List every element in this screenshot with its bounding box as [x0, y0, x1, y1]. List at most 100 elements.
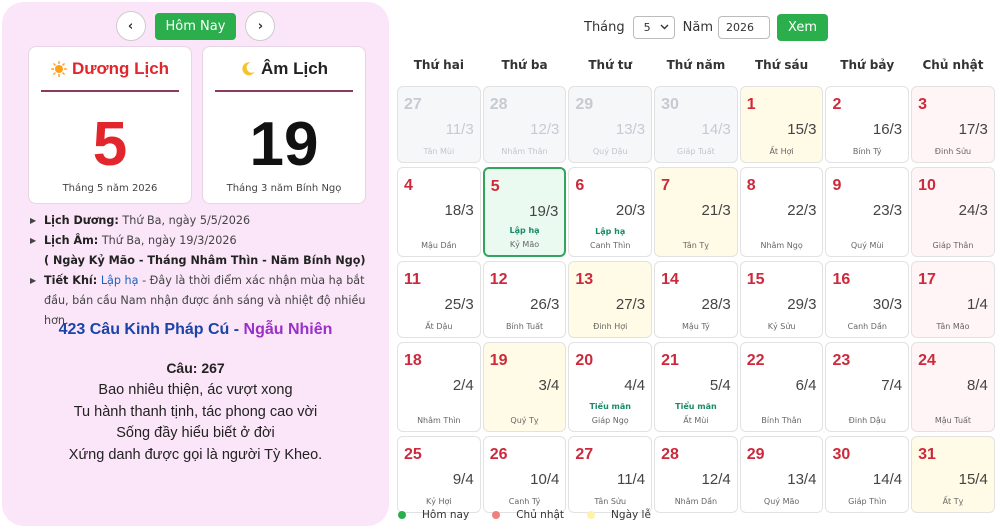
day-cell[interactable]: 11 25/3 Ất Dậu: [397, 261, 481, 338]
can-chi-label: Tân Mão: [936, 322, 970, 331]
lunar-date: 17/3: [958, 121, 988, 138]
year-input[interactable]: 2026: [718, 15, 770, 39]
can-chi-label: Nhâm Thân: [501, 147, 548, 156]
day-cell[interactable]: 9 23/3 Quý Mùi: [825, 167, 910, 257]
day-cell[interactable]: 27 11/3 Tân Mùi: [397, 86, 481, 163]
legend-dot-icon: [587, 511, 596, 519]
can-chi-label: Giáp Ngọ: [591, 416, 629, 425]
day-number: 17: [918, 271, 936, 288]
day-number: 27: [404, 96, 422, 113]
chevron-right-icon: ›: [257, 18, 264, 34]
solar-day-number: 5: [92, 110, 128, 179]
day-cell[interactable]: 20 4/4 Giáp Ngọ Tiểu mãn: [568, 342, 653, 432]
day-number: 12: [489, 271, 508, 288]
day-number: 23: [832, 352, 851, 369]
day-cell-today[interactable]: 5 19/3 Kỷ Mão Lập hạ: [482, 167, 567, 257]
day-cell[interactable]: 8 22/3 Nhâm Ngọ: [739, 167, 824, 257]
solar-term-link[interactable]: Lập hạ: [101, 274, 139, 287]
day-cell[interactable]: 21 5/4 Ất Mùi Tiểu mãn: [654, 342, 738, 432]
solar-term-label: Lập hạ: [509, 226, 540, 235]
solar-card-title: Dương Lịch: [71, 58, 170, 78]
day-cell[interactable]: 12 26/3 Bính Tuất: [482, 261, 567, 338]
day-cell[interactable]: 29 13/4 Quý Mão: [739, 436, 824, 513]
lunar-date: 15/4: [958, 471, 988, 488]
legend-label: Hôm nay: [422, 509, 470, 521]
day-cell[interactable]: 1 15/3 Ất Hợi: [739, 86, 824, 163]
lunar-date: 14/4: [872, 471, 903, 488]
day-cell[interactable]: 16 30/3 Canh Dần: [825, 261, 910, 338]
lunar-date-card: Âm Lịch 19 Tháng 3 năm Bính Ngọ: [202, 46, 366, 204]
lunar-date: 23/3: [872, 202, 903, 219]
verse-line: Bao nhiêu thiện, ác vượt xong: [98, 382, 293, 398]
lunar-date: 20/3: [615, 202, 646, 219]
lunar-date: 11/3: [445, 121, 474, 138]
can-chi-label: Tân Tỵ: [682, 241, 709, 250]
weekday-label: Thứ tư: [588, 58, 633, 72]
prev-day-button[interactable]: ‹: [115, 11, 146, 41]
lunar-date: 16/3: [872, 121, 903, 138]
day-cell[interactable]: 30 14/3 Giáp Tuất: [654, 86, 738, 163]
date-navigation: ‹ Hôm Nay ›: [2, 11, 389, 41]
date-info-list: ▶ Lịch Dương: Thứ Ba, ngày 5/5/2026 ▶ Lị…: [28, 211, 380, 331]
solar-term-label: Lập hạ: [595, 227, 626, 236]
lunar-date: 9/4: [452, 471, 474, 488]
calendar-legend: Hôm nay Chủ nhật Ngày lễ: [398, 509, 674, 521]
day-cell[interactable]: 7 21/3 Tân Tỵ: [654, 167, 738, 257]
day-cell[interactable]: 23 7/4 Đinh Dậu: [825, 342, 910, 432]
day-number: 18: [404, 352, 422, 369]
day-cell[interactable]: 24 8/4 Mậu Tuất: [911, 342, 995, 432]
next-day-button[interactable]: ›: [245, 11, 276, 41]
verse-separator: -: [229, 321, 244, 338]
day-cell[interactable]: 31 15/4 Ất Tỵ: [911, 436, 995, 513]
solar-month-year: Tháng 5 năm 2026: [62, 183, 158, 194]
can-chi-label: Mậu Tuất: [934, 416, 972, 425]
lunar-date: 28/3: [701, 296, 731, 313]
day-number: 16: [832, 271, 851, 288]
day-cell[interactable]: 18 2/4 Nhâm Thìn: [397, 342, 481, 432]
lunar-date: 24/3: [958, 202, 988, 219]
can-chi-label: Giáp Thân: [932, 241, 974, 250]
view-button[interactable]: Xem: [777, 13, 828, 41]
day-cell[interactable]: 29 13/3 Quý Dậu: [568, 86, 653, 163]
triangle-right-icon: ▶: [30, 236, 37, 245]
day-cell[interactable]: 10 24/3 Giáp Thân: [911, 167, 995, 257]
day-cell[interactable]: 2 16/3 Bính Tý: [825, 86, 910, 163]
lunar-date: 15/3: [787, 121, 817, 138]
day-cell[interactable]: 13 27/3 Đinh Hợi: [568, 261, 653, 338]
day-number: 8: [746, 177, 756, 194]
day-cell[interactable]: 27 11/4 Tân Sửu: [568, 436, 653, 513]
month-select[interactable]: 5: [632, 15, 675, 39]
day-cell[interactable]: 28 12/4 Nhâm Dần: [654, 436, 738, 513]
day-cell[interactable]: 26 10/4 Canh Tý: [482, 436, 567, 513]
day-number: 28: [661, 446, 679, 463]
info-can-chi-row: ( Ngày Kỷ Mão - Tháng Nhâm Thìn - Năm Bí…: [28, 251, 380, 271]
lunar-date: 8/4: [966, 377, 988, 394]
can-chi-label: Ất Tỵ: [942, 497, 964, 506]
can-chi-label: Nhâm Dần: [674, 497, 718, 506]
weekday-label: Thứ hai: [413, 58, 464, 72]
day-cell[interactable]: 6 20/3 Canh Thìn Lập hạ: [568, 167, 653, 257]
can-chi-label: Đinh Sửu: [934, 147, 972, 156]
day-cell[interactable]: 17 1/4 Tân Mão: [911, 261, 995, 338]
random-verse-link[interactable]: Ngẫu Nhiên: [244, 321, 333, 338]
legend-dot-icon: [492, 511, 501, 519]
lunar-date: 5/4: [709, 377, 731, 394]
day-cell[interactable]: 22 6/4 Bính Thân: [739, 342, 824, 432]
legend-label: Chủ nhật: [516, 509, 565, 521]
info-lunar-value: Thứ Ba, ngày 19/3/2026: [101, 234, 237, 247]
day-cell[interactable]: 28 12/3 Nhâm Thân: [482, 86, 567, 163]
day-cell[interactable]: 25 9/4 Kỷ Hợi: [397, 436, 481, 513]
day-cell[interactable]: 3 17/3 Đinh Sửu: [911, 86, 995, 163]
day-cell[interactable]: 4 18/3 Mậu Dần: [397, 167, 481, 257]
day-number: 6: [575, 177, 585, 194]
weekday-label: Thứ sáu: [754, 58, 809, 72]
weekday-header: Thứ hai Thứ ba Thứ tư Thứ năm Thứ sáu Thứ bảy…: [396, 58, 996, 72]
day-cell[interactable]: 14 28/3 Mậu Tý: [654, 261, 738, 338]
day-cell[interactable]: 15 29/3 Kỷ Sửu: [739, 261, 824, 338]
day-cell[interactable]: 30 14/4 Giáp Thìn: [825, 436, 910, 513]
can-chi-label: Đinh Dậu: [848, 416, 886, 425]
today-button[interactable]: Hôm Nay: [154, 12, 237, 40]
can-chi-label: Nhâm Ngọ: [760, 241, 803, 250]
weekday-label: Chủ nhật: [922, 58, 984, 72]
day-cell[interactable]: 19 3/4 Quý Tỵ: [482, 342, 567, 432]
